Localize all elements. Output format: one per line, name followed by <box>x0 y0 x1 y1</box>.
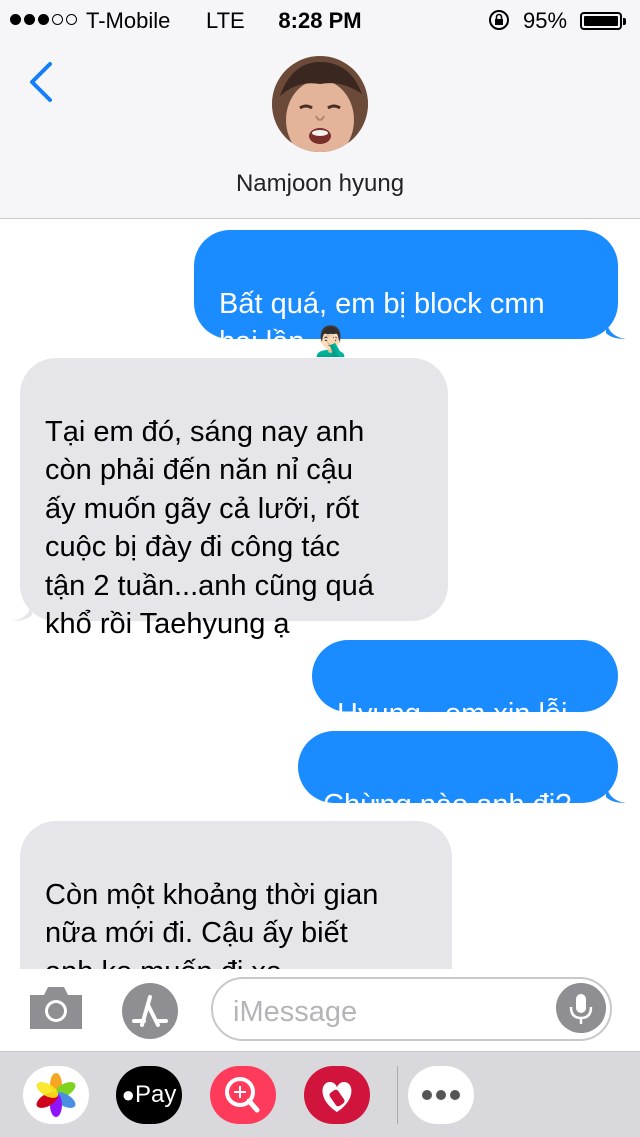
message-bubble-sent[interactable]: Hyung...em xin lỗi <box>312 640 618 730</box>
app-store-icon[interactable] <box>120 981 180 1041</box>
message-text: Còn một khoảng thời gian nữa mới đi. Cậu… <box>45 878 379 970</box>
more-apps-icon[interactable] <box>408 1066 474 1124</box>
message-text: Hyung...em xin lỗi <box>337 697 568 730</box>
status-bar: T-Mobile LTE 8:28 PM 95% <box>0 0 640 40</box>
battery-icon <box>580 12 626 30</box>
message-bubble-sent[interactable]: Bất quá, em bị block cmn hai lần 🤦🏻‍♂️ <box>194 230 626 358</box>
message-thread[interactable]: Bất quá, em bị block cmn hai lần 🤦🏻‍♂️ T… <box>0 219 640 969</box>
bubble-tail <box>606 315 626 339</box>
message-bubble-sent[interactable]: Chừng nào anh đi? <box>298 731 626 821</box>
search-images-app-icon[interactable] <box>210 1066 276 1124</box>
message-bubble-received[interactable]: Còn một khoảng thời gian nữa mới đi. Cậu… <box>20 821 452 969</box>
apple-pay-label: Pay <box>134 1081 177 1108</box>
app-drawer: ● Pay <box>0 1051 640 1137</box>
microphone-icon[interactable] <box>556 983 606 1033</box>
photos-app-icon[interactable] <box>23 1066 89 1124</box>
imessage-input[interactable]: iMessage <box>211 977 612 1041</box>
compose-bar: iMessage <box>0 969 640 1051</box>
bubble-tail <box>12 597 32 621</box>
conversation-header: T-Mobile LTE 8:28 PM 95% Namjoon hyung <box>0 0 640 219</box>
contact-avatar[interactable] <box>272 56 368 152</box>
message-bubble-received[interactable]: Tại em đó, sáng nay anh còn phải đến năn… <box>12 358 448 640</box>
apple-pay-icon[interactable]: ● Pay <box>116 1066 182 1124</box>
bubble-tail <box>606 779 626 803</box>
message-text: Tại em đó, sáng nay anh còn phải đến năn… <box>45 415 374 641</box>
rotation-lock-icon <box>489 10 509 30</box>
imessage-placeholder: iMessage <box>233 996 358 1028</box>
digital-touch-icon[interactable] <box>304 1066 370 1124</box>
camera-icon[interactable] <box>26 983 86 1033</box>
contact-name[interactable]: Namjoon hyung <box>0 170 640 198</box>
drawer-separator <box>397 1066 398 1124</box>
battery-percent: 95% <box>523 8 568 33</box>
back-chevron-icon[interactable] <box>24 60 64 104</box>
message-text: Chừng nào anh đi? <box>323 788 572 821</box>
message-text: Bất quá, em bị block cmn hai lần 🤦🏻‍♂️ <box>219 287 545 359</box>
